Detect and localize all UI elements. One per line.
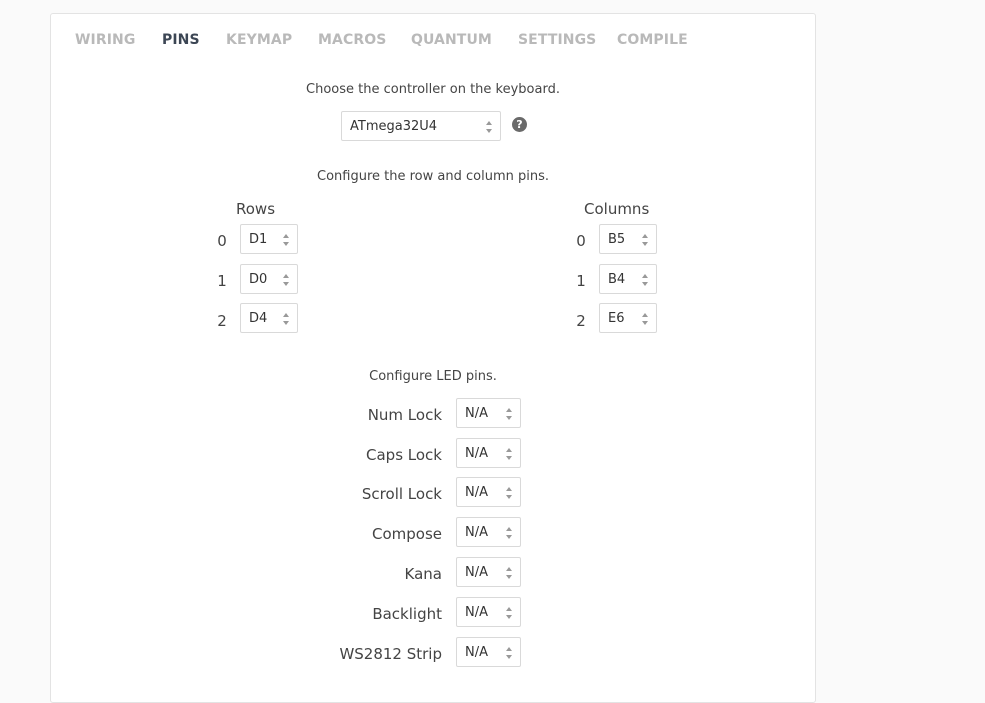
- row-pin-value: D1: [249, 232, 268, 247]
- select-arrows-icon: [506, 487, 512, 499]
- led-label-num-lock: Num Lock: [367, 406, 442, 424]
- controller-select[interactable]: ATmega32U4: [341, 111, 501, 141]
- help-icon[interactable]: ?: [512, 117, 527, 132]
- row-pin-select[interactable]: D4: [240, 303, 298, 333]
- tab-macros[interactable]: MACROS: [318, 32, 386, 48]
- tab-quantum[interactable]: QUANTUM: [411, 32, 492, 48]
- select-arrows-icon: [283, 234, 289, 246]
- controller-select-value: ATmega32U4: [350, 119, 438, 134]
- led-pin-value: N/A: [465, 605, 488, 620]
- columns-heading: Columns: [584, 200, 650, 218]
- select-arrows-icon: [506, 647, 512, 659]
- column-index: 1: [576, 272, 586, 290]
- select-arrows-icon: [642, 234, 648, 246]
- led-pin-value: N/A: [465, 565, 488, 580]
- led-caps-lock-select[interactable]: N/A: [456, 438, 521, 468]
- led-label-ws2812-strip: WS2812 Strip: [339, 645, 442, 663]
- led-pin-value: N/A: [465, 645, 488, 660]
- led-pin-value: N/A: [465, 446, 488, 461]
- column-pin-select[interactable]: E6: [599, 303, 657, 333]
- led-backlight-select[interactable]: N/A: [456, 597, 521, 627]
- led-pin-value: N/A: [465, 525, 488, 540]
- led-label-backlight: Backlight: [372, 605, 442, 623]
- led-label-kana: Kana: [404, 565, 442, 583]
- column-pin-value: B5: [608, 232, 626, 247]
- column-pin-select[interactable]: B5: [599, 224, 657, 254]
- matrix-prompt: Configure the row and column pins.: [317, 169, 549, 184]
- tab-bar: WIRING PINS KEYMAP MACROS QUANTUM SETTIN…: [51, 14, 815, 66]
- row-pin-value: D4: [249, 311, 268, 326]
- tab-settings[interactable]: SETTINGS: [518, 32, 596, 48]
- row-pin-select[interactable]: D0: [240, 264, 298, 294]
- column-pin-select[interactable]: B4: [599, 264, 657, 294]
- led-label-scroll-lock: Scroll Lock: [361, 485, 442, 503]
- row-index: 2: [217, 312, 227, 330]
- column-index: 0: [576, 232, 586, 250]
- tab-keymap[interactable]: KEYMAP: [226, 32, 292, 48]
- select-arrows-icon: [486, 121, 492, 133]
- led-prompt: Configure LED pins.: [369, 369, 497, 384]
- led-scroll-lock-select[interactable]: N/A: [456, 477, 521, 507]
- led-label-compose: Compose: [371, 525, 442, 543]
- led-pin-value: N/A: [465, 485, 488, 500]
- select-arrows-icon: [506, 448, 512, 460]
- main-panel: WIRING PINS KEYMAP MACROS QUANTUM SETTIN…: [50, 13, 816, 703]
- column-pin-value: B4: [608, 272, 626, 287]
- led-label-caps-lock: Caps Lock: [366, 446, 442, 464]
- led-compose-select[interactable]: N/A: [456, 517, 521, 547]
- tab-compile[interactable]: COMPILE: [617, 32, 688, 48]
- select-arrows-icon: [506, 527, 512, 539]
- select-arrows-icon: [506, 567, 512, 579]
- column-pin-value: E6: [608, 311, 625, 326]
- tab-pins[interactable]: PINS: [162, 32, 200, 48]
- select-arrows-icon: [283, 274, 289, 286]
- select-arrows-icon: [642, 313, 648, 325]
- select-arrows-icon: [642, 274, 648, 286]
- led-num-lock-select[interactable]: N/A: [456, 398, 521, 428]
- row-pin-select[interactable]: D1: [240, 224, 298, 254]
- rows-heading: Rows: [236, 200, 276, 218]
- select-arrows-icon: [506, 408, 512, 420]
- row-index: 1: [217, 272, 227, 290]
- row-index: 0: [217, 232, 227, 250]
- tab-wiring[interactable]: WIRING: [75, 32, 135, 48]
- led-kana-select[interactable]: N/A: [456, 557, 521, 587]
- select-arrows-icon: [283, 313, 289, 325]
- column-index: 2: [576, 312, 586, 330]
- led-ws2812-strip-select[interactable]: N/A: [456, 637, 521, 667]
- row-pin-value: D0: [249, 272, 268, 287]
- controller-prompt: Choose the controller on the keyboard.: [306, 82, 560, 97]
- led-pin-value: N/A: [465, 406, 488, 421]
- select-arrows-icon: [506, 607, 512, 619]
